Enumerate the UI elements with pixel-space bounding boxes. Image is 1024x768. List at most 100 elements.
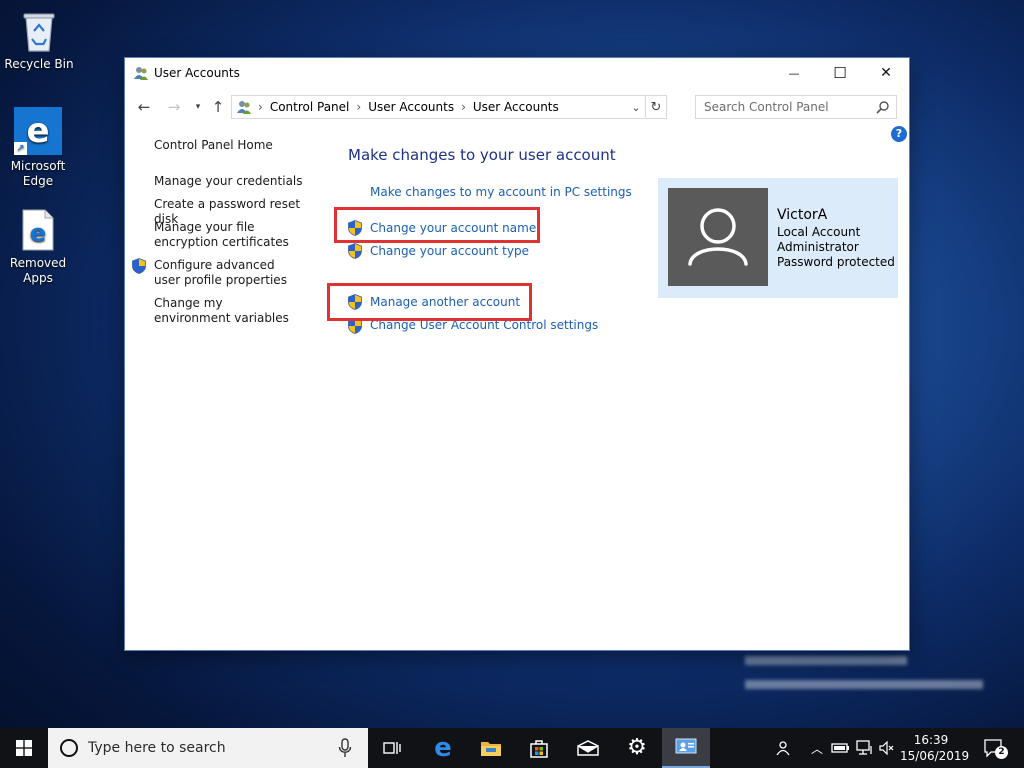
battery-button[interactable]: [830, 728, 852, 768]
highlight-box-manage-another: [327, 283, 532, 321]
desktop-icon-label: Recycle Bin: [4, 57, 74, 71]
desktop-icon-recycle-bin[interactable]: Recycle Bin: [3, 8, 75, 72]
breadcrumb: › Control Panel › User Accounts › User Accoun…: [258, 100, 559, 114]
microphone-icon[interactable]: [338, 738, 352, 758]
breadcrumb-separator-icon: ›: [258, 100, 263, 114]
nav-change-environment-variables[interactable]: Change my environment variables: [154, 296, 299, 326]
desktop-icon-removed-apps[interactable]: e Removed Apps: [2, 207, 74, 286]
window-title: User Accounts: [154, 66, 240, 80]
back-button[interactable]: ←: [134, 97, 154, 117]
shield-icon: [348, 243, 362, 259]
up-button[interactable]: ↑: [208, 97, 228, 117]
taskbar-store-button[interactable]: [515, 728, 563, 768]
nav-manage-file-encryption-certificates[interactable]: Manage your file encryption certificates: [154, 220, 314, 250]
chevron-up-icon: ︿: [810, 741, 823, 756]
clock-date: 15/06/2019: [900, 749, 970, 763]
taskbar-mail-button[interactable]: [564, 728, 612, 768]
start-button[interactable]: [0, 728, 48, 768]
maximize-button[interactable]: ☐: [817, 58, 863, 88]
search-icon: [876, 100, 890, 114]
svg-text:e: e: [30, 219, 46, 247]
task-view-button[interactable]: [368, 728, 416, 768]
chevron-down-icon: ▾: [195, 102, 201, 112]
desktop-icon-label: Removed Apps: [9, 256, 67, 285]
folder-icon: [481, 742, 501, 756]
user-silhouette-icon: [688, 208, 748, 266]
help-button[interactable]: ?: [891, 126, 907, 142]
desktop-icon-microsoft-edge[interactable]: e ↗ Microsoft Edge: [2, 106, 74, 189]
blurred-watermark: [745, 653, 985, 697]
minimize-icon: —: [788, 66, 800, 80]
page-title: Make changes to your user account: [348, 146, 616, 164]
store-bag-icon: [530, 740, 548, 758]
desktop-icon-label: Microsoft Edge: [10, 159, 66, 188]
windows-logo-icon: [16, 740, 32, 756]
title-bar[interactable]: User Accounts — ☐ ✕: [125, 58, 909, 88]
close-icon: ✕: [880, 65, 892, 81]
address-dropdown-button[interactable]: ⌄: [628, 96, 644, 118]
account-role: Administrator: [777, 240, 859, 254]
breadcrumb-control-panel[interactable]: Control Panel: [270, 100, 350, 114]
help-icon: ?: [895, 127, 903, 140]
chevron-down-icon: ⌄: [631, 100, 641, 114]
shortcut-arrow-icon: ↗: [14, 142, 27, 155]
battery-icon: [831, 743, 849, 753]
refresh-button[interactable]: ↻: [645, 96, 666, 118]
mail-icon: [577, 740, 599, 756]
refresh-icon: ↻: [650, 99, 662, 115]
account-name: VictorA: [777, 207, 828, 223]
search-box[interactable]: Search Control Panel: [695, 95, 897, 119]
nav-configure-advanced-user-profile-properties[interactable]: Configure advanced user profile properti…: [154, 258, 299, 288]
recycle-bin-icon: [17, 8, 61, 54]
navigation-bar: ← → ▾ ↑ › Control Panel › User Accounts › Use…: [125, 95, 909, 119]
edge-icon: e ↗: [13, 106, 63, 156]
breadcrumb-separator-icon: ›: [461, 100, 466, 114]
network-button[interactable]: [854, 728, 876, 768]
forward-arrow-icon: →: [167, 98, 181, 116]
search-input[interactable]: Search Control Panel: [704, 100, 829, 114]
notification-count-badge: 2: [995, 746, 1008, 759]
speaker-muted-icon: [879, 741, 894, 755]
breadcrumb-user-accounts-current[interactable]: User Accounts: [473, 100, 559, 114]
nav-control-panel-home[interactable]: Control Panel Home: [154, 138, 324, 153]
taskbar-search-input[interactable]: Type here to search: [88, 740, 226, 756]
taskbar-user-accounts-button[interactable]: [662, 728, 710, 768]
system-clock[interactable]: 16:39 15/06/2019: [900, 732, 970, 764]
forward-button[interactable]: →: [164, 97, 184, 117]
breadcrumb-user-accounts[interactable]: User Accounts: [368, 100, 454, 114]
user-accounts-window: User Accounts — ☐ ✕ ← → ▾ ↑ › Control Pan…: [125, 58, 909, 650]
edge-document-icon: e: [15, 207, 61, 253]
task-view-icon: [383, 742, 401, 754]
account-info-panel: VictorA Local Account Administrator Pass…: [658, 178, 898, 298]
taskbar: Type here to search e ⚙ ︿ 16:39 15/06/20…: [0, 728, 1024, 768]
edge-icon: e: [434, 733, 452, 763]
up-arrow-icon: ↑: [211, 98, 225, 116]
recent-locations-button[interactable]: ▾: [188, 97, 208, 117]
minimize-button[interactable]: —: [771, 58, 817, 88]
breadcrumb-separator-icon: ›: [356, 100, 362, 114]
close-button[interactable]: ✕: [863, 58, 909, 88]
taskbar-edge-button[interactable]: e: [419, 728, 467, 768]
taskbar-file-explorer-button[interactable]: [467, 728, 515, 768]
volume-button[interactable]: [877, 728, 897, 768]
show-hidden-icons-button[interactable]: ︿: [806, 728, 828, 768]
back-arrow-icon: ←: [137, 98, 151, 116]
control-panel-icon: [236, 99, 252, 115]
highlight-box-account-name: [334, 207, 540, 243]
link-change-account-type[interactable]: Change your account type: [370, 244, 529, 258]
account-status: Password protected: [777, 255, 895, 269]
taskbar-settings-button[interactable]: ⚙: [613, 728, 661, 768]
network-icon: [856, 740, 872, 755]
nav-manage-credentials[interactable]: Manage your credentials: [154, 174, 324, 189]
user-avatar: [668, 188, 768, 286]
cortana-circle-icon: [60, 739, 78, 757]
address-bar[interactable]: › Control Panel › User Accounts › User Accoun…: [231, 95, 667, 119]
user-accounts-icon: [133, 65, 149, 81]
people-button[interactable]: [768, 728, 796, 768]
gear-icon: ⚙: [627, 735, 647, 760]
link-pc-settings[interactable]: Make changes to my account in PC setting…: [370, 185, 632, 199]
action-center-button[interactable]: 2: [978, 728, 1010, 768]
control-panel-icon: [675, 738, 697, 754]
shield-icon: [132, 258, 146, 274]
taskbar-search-box[interactable]: Type here to search: [48, 728, 368, 768]
